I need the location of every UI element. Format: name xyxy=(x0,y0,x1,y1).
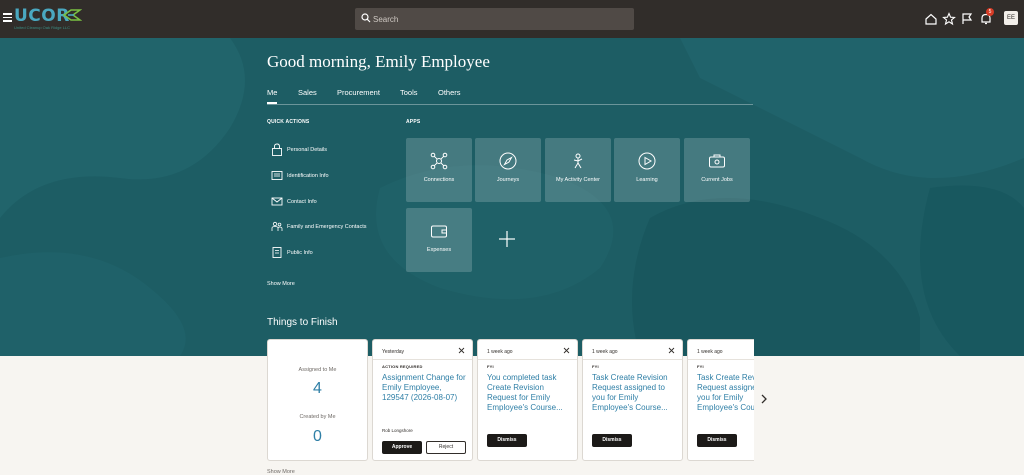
app-tile-label: Expenses xyxy=(426,247,452,253)
quick-action-label: Family and Emergency Contacts xyxy=(287,224,367,230)
quick-actions-show-more-link[interactable]: Show More xyxy=(267,281,295,287)
quick-action-label: Personal Details xyxy=(287,147,328,153)
dismiss-button[interactable]: Dismiss xyxy=(592,434,632,447)
things-to-finish-carousel: Assigned to Me 4 Created by Me 0 Yesterd… xyxy=(267,339,754,461)
notification-badge: 5 xyxy=(986,8,994,16)
avatar[interactable]: EE xyxy=(1004,11,1018,25)
lock-person-icon xyxy=(272,143,282,156)
app-tile-label: Journeys xyxy=(496,177,520,183)
quick-action-label: Public Info xyxy=(287,250,313,256)
card-divider xyxy=(583,359,682,360)
search-bar[interactable] xyxy=(355,8,634,30)
compass-icon xyxy=(499,152,517,170)
activity-icon xyxy=(573,153,583,169)
search-icon xyxy=(361,13,371,23)
app-tile-my-activity-center[interactable]: My Activity Center xyxy=(545,138,611,202)
app-tile-learning[interactable]: Learning xyxy=(614,138,680,202)
task-card[interactable]: 1 week ago FYI Task Create Revision Requ… xyxy=(687,339,754,461)
app-tile-label: My Activity Center xyxy=(555,177,600,183)
task-card[interactable]: Yesterday ACTION REQUIRED Assignment Cha… xyxy=(372,339,473,461)
apps-heading: APPS xyxy=(406,119,421,125)
tab-me[interactable]: Me xyxy=(267,88,278,104)
quick-action-label: Identification Info xyxy=(287,173,329,179)
task-card[interactable]: 1 week ago FYI You completed task Create… xyxy=(477,339,578,461)
star-icon[interactable] xyxy=(942,12,956,26)
card-title[interactable]: Task Create Revision Request assigned to… xyxy=(697,373,754,413)
card-tag: FYI xyxy=(487,364,494,369)
things-to-finish-show-more-link[interactable]: Show More xyxy=(267,469,295,475)
document-icon xyxy=(272,247,282,258)
tab-procurement[interactable]: Procurement xyxy=(337,88,380,97)
tab-bar: Me Sales Procurement Tools Others xyxy=(267,88,753,105)
approve-button[interactable]: Approve xyxy=(382,441,422,454)
app-tile-label: Learning xyxy=(636,177,658,183)
app-tile-journeys[interactable]: Journeys xyxy=(475,138,541,202)
network-icon xyxy=(430,152,448,170)
card-time: 1 week ago xyxy=(487,349,513,355)
card-time: 1 week ago xyxy=(697,349,723,355)
assigned-to-me-label: Assigned to Me xyxy=(298,367,337,373)
card-title[interactable]: You completed task Create Revision Reque… xyxy=(487,373,573,413)
card-time: Yesterday xyxy=(382,349,405,355)
created-by-me-label: Created by Me xyxy=(299,414,336,420)
card-title[interactable]: Assignment Change for Emily Employee, 12… xyxy=(382,373,468,403)
chevron-right-icon[interactable] xyxy=(760,394,768,404)
envelope-icon xyxy=(271,197,283,206)
hero-banner: Good morning, Emily Employee Me Sales Pr… xyxy=(0,38,1024,356)
wallet-icon xyxy=(431,225,447,238)
logo-chevron-icon xyxy=(62,9,82,21)
dismiss-button[interactable]: Dismiss xyxy=(487,434,527,447)
top-bar: UCOR United Cleanup Oak Ridge LLC 5 EE xyxy=(0,0,1024,38)
search-input[interactable] xyxy=(373,8,628,30)
created-by-me-count[interactable]: 0 xyxy=(268,428,367,446)
card-person: Rob Longshore xyxy=(382,428,413,433)
card-tag: ACTION REQUIRED xyxy=(382,364,423,369)
card-divider xyxy=(478,359,577,360)
task-card[interactable]: 1 week ago FYI Task Create Revision Requ… xyxy=(582,339,683,461)
card-divider xyxy=(688,359,754,360)
assigned-to-me-count[interactable]: 4 xyxy=(268,380,367,398)
card-tag: FYI xyxy=(697,364,704,369)
app-tile-expenses[interactable]: Expenses xyxy=(406,208,472,272)
app-tile-current-jobs[interactable]: Current Jobs xyxy=(684,138,750,202)
dismiss-button[interactable]: Dismiss xyxy=(697,434,737,447)
card-title[interactable]: Task Create Revision Request assigned to… xyxy=(592,373,678,413)
close-icon[interactable] xyxy=(458,347,465,354)
app-tile-label: Current Jobs xyxy=(701,177,733,183)
quick-actions-heading: QUICK ACTIONS xyxy=(267,119,310,125)
tab-tools[interactable]: Tools xyxy=(400,88,418,97)
notifications-button[interactable]: 5 xyxy=(979,8,994,26)
card-tag: FYI xyxy=(592,364,599,369)
greeting-heading: Good morning, Emily Employee xyxy=(267,52,490,71)
app-tile-connections[interactable]: Connections xyxy=(406,138,472,202)
family-icon xyxy=(271,221,283,231)
app-tile-label: Connections xyxy=(423,177,455,183)
card-time: 1 week ago xyxy=(592,349,618,355)
reject-button[interactable]: Reject xyxy=(426,441,466,454)
menu-icon[interactable] xyxy=(3,13,12,22)
home-icon[interactable] xyxy=(924,12,938,26)
tab-sales[interactable]: Sales xyxy=(298,88,317,97)
flag-icon[interactable] xyxy=(960,12,974,26)
logo-subtitle: United Cleanup Oak Ridge LLC xyxy=(14,25,71,30)
close-icon[interactable] xyxy=(668,347,675,354)
card-divider xyxy=(373,359,472,360)
summary-card: Assigned to Me 4 Created by Me 0 xyxy=(267,339,368,461)
quick-action-label: Contact Info xyxy=(287,199,317,205)
tab-others[interactable]: Others xyxy=(438,88,461,97)
close-icon[interactable] xyxy=(563,347,570,354)
play-circle-icon xyxy=(638,152,656,170)
id-card-icon xyxy=(271,171,283,180)
things-to-finish-heading: Things to Finish xyxy=(267,317,338,328)
briefcase-icon xyxy=(709,154,725,168)
add-app-icon[interactable] xyxy=(498,230,516,248)
